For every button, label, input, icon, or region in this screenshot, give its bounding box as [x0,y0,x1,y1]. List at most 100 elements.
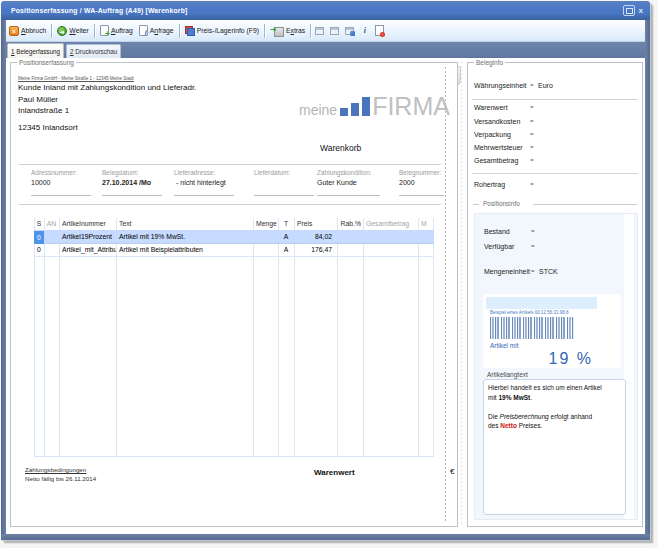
positionsinfo-group-label: Positionsinfo [481,200,522,207]
field-value-adressnummer[interactable]: 10000 [31,179,50,186]
positionsinfo-panel: Bestand= Verfügbar= Mengeneinheit=STCK B… [474,213,638,520]
field-label-lieferdatum: Lieferdatum: [254,169,290,176]
edit-window-button[interactable] [343,24,356,37]
beleginfo-group-label: Beleginfo [474,59,505,66]
recipient-city: 12345 Inlandsort [18,123,78,132]
new-document-icon [375,25,384,36]
inquiry-icon [139,25,148,36]
beleginfo-row: Gesamtbetrag= [474,157,636,166]
window-tool-button-1[interactable] [313,24,326,37]
table-row[interactable]: 0 Artikel19Prozent Artikel mit 19% MwSt.… [34,231,434,244]
restore-icon[interactable] [623,5,635,16]
beleginfo-row: Warenwert= [474,104,636,113]
article-image-preview: Beispiel eines Artikels 00:12:56:31:98.8… [483,294,621,368]
barcode-header-strip [486,297,597,309]
next-icon: ➜ [57,26,67,36]
divider [19,164,441,165]
window-icon [315,27,324,35]
beleginfo-row: Mehrwertsteuer= [474,144,636,153]
window-frame-bottom [1,534,650,540]
field-underline [399,195,444,196]
field-underline [174,195,234,196]
new-doc-button[interactable] [373,24,386,37]
positionsinfo-row: Mengeneinheit=STCK [484,268,623,277]
page-edge-dotted-line [445,67,446,522]
beleginfo-row: Rohertrag= [474,181,636,190]
preis-lagerinfo-button[interactable]: Preis-/Lagerinfo (F9) [182,22,262,39]
divider [472,173,638,174]
beleginfo-row: Verpackung= [474,131,636,140]
sender-line: Meine Firma GmbH - Meine Straße 1 - 1234… [18,76,134,81]
company-logo: meine FIRMA [299,96,453,116]
extras-button[interactable]: Extras [267,22,308,39]
document-type: Warenkorb [320,143,361,153]
positionserfassung-group: Positionserfassung Meine Firma GmbH - Me… [10,62,458,527]
field-label-zahlungskondition: Zahlungskondition: [317,169,372,176]
tab-strip: 1 Belegerfassung 2 Druckvorschau [6,42,645,58]
field-value-zahlungskondition[interactable]: Guter Kunde [317,179,357,186]
artikellangtext-label: Artikellangtext [487,371,528,378]
positionsinfo-row: Verfügbar= [484,243,623,252]
field-underline [254,195,314,196]
window-title: Positionserfassung / WA-Auftrag (A49) [W… [1,7,187,14]
positionsinfo-header: Positionsinfo [473,200,637,208]
toolbar-separator [94,24,95,38]
toolbar-separator [51,24,52,38]
logo-bars-icon [340,97,370,116]
divider [472,99,638,100]
field-label-belegdatum: Belegdatum: [102,169,139,176]
window-frame-right [645,20,650,540]
title-bar: Positionserfassung / WA-Auftrag (A49) [W… [1,1,650,20]
field-label-belegnummer: Belegnummer: [399,169,441,176]
field-value-belegdatum[interactable]: 27.10.2014 /Mo [102,179,151,186]
document-page: Meine Firma GmbH - Meine Straße 1 - 1234… [11,63,457,526]
field-underline [102,195,162,196]
info-button[interactable]: i [358,24,371,37]
toolbar: x Abbruch ➜ Weiter Auftrag Anfrage Preis… [6,20,645,42]
field-underline [317,195,380,196]
barcode-percent: 19 % [549,350,593,368]
window-icon [330,27,339,35]
cancel-icon: x [9,26,19,36]
tab-belegerfassung[interactable]: 1 Belegerfassung [7,43,64,58]
beleginfo-row: Währungseinheit=Euro [474,82,636,91]
positionsinfo-row: Bestand= [484,228,623,237]
weiter-button[interactable]: ➜ Weiter [54,22,92,39]
toolbar-separator [179,24,180,38]
edit-window-icon [345,27,354,35]
toolbar-separator [310,24,311,38]
toolbar-separator [264,24,265,38]
table-header-row: S AN Artikelnummer Text Menge T Preis Ra… [34,218,434,231]
field-underline [31,195,91,196]
close-icon[interactable]: x [639,5,643,16]
currency-symbol: € [450,467,454,476]
divider [19,204,441,205]
field-value-belegnummer[interactable]: 2000 [399,179,415,186]
order-icon [100,25,109,36]
field-label-adressnummer: Adressnummer: [31,169,77,176]
anfrage-button[interactable]: Anfrage [136,22,177,39]
window-tool-button-2[interactable] [328,24,341,37]
total-label: Warenwert [314,468,355,477]
app-window: Positionserfassung / WA-Auftrag (A49) [W… [1,1,650,540]
field-value-lieferadresse[interactable]: - nicht hinterlegt [176,179,226,186]
field-label-lieferadresse: Lieferadresse: [174,169,215,176]
barcode-caption: Beispiel eines Artikels 00:12:56:31:98.8 [490,310,569,315]
extras-icon [270,26,284,36]
positions-table[interactable]: S AN Artikelnummer Text Menge T Preis Ra… [34,218,434,457]
table-row[interactable]: 0 Artikel_mit_Attribu Artikel mit Beispi… [34,244,434,257]
splitter-dotted-line[interactable] [461,62,462,524]
barcode-label: Artikel mit [490,342,519,349]
payment-terms-text: Netto fällig bis 26.11.2014 [25,475,96,482]
payment-terms-title: Zahlungsbedingungen [25,466,86,473]
tab-druckvorschau[interactable]: 2 Druckvorschau [66,44,121,58]
artikellangtext-box[interactable]: Hierbei handelt es sich um einen Artikel… [483,379,626,515]
barcode-icon [490,317,574,339]
abbruch-button[interactable]: x Abbruch [6,22,49,39]
beleginfo-group: Beleginfo Währungseinheit=Euro Warenwert… [467,62,643,527]
recipient-address: Kunde Inland mit Zahlungskondition und L… [18,82,196,117]
info-icon: i [364,26,366,35]
price-stock-info-icon [185,26,195,36]
auftrag-button[interactable]: Auftrag [97,22,136,39]
beleginfo-row: Versandkosten= [474,118,636,127]
